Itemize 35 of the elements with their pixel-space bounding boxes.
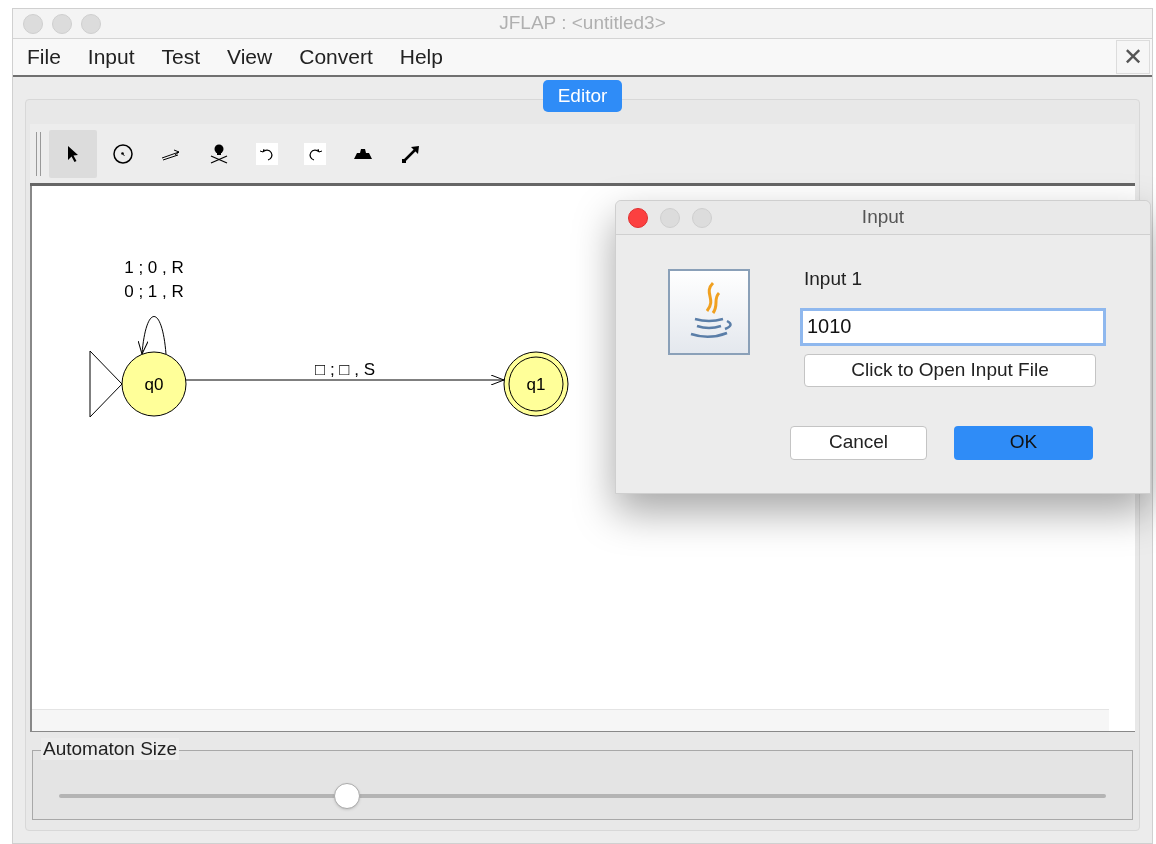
input-field[interactable]: 1010: [800, 307, 1106, 346]
transition-label: 0 ; 1 , R: [124, 282, 184, 301]
menu-item[interactable]: View: [227, 41, 273, 73]
window-title: JFLAP : <untitled3>: [499, 11, 666, 36]
menu-item[interactable]: Convert: [299, 41, 373, 73]
size-slider[interactable]: [59, 783, 1106, 809]
loop-arrow: [137, 316, 167, 355]
menu-item[interactable]: Input: [87, 41, 135, 73]
transition-label: □ ; □ , S: [314, 360, 376, 379]
zoom-window-button[interactable]: [692, 207, 712, 228]
dialog-title: Input: [861, 205, 905, 230]
close-window-button[interactable]: [628, 207, 648, 228]
java-cup-icon: [668, 269, 750, 355]
state-name: q1: [526, 375, 546, 394]
slider-thumb[interactable]: [333, 783, 360, 809]
menu-item[interactable]: File: [27, 41, 61, 73]
input-label: Input 1: [804, 267, 864, 291]
minimize-window-button[interactable]: [660, 207, 680, 228]
menu-item[interactable]: Test: [161, 41, 201, 73]
panel-title: Automaton Size: [41, 738, 180, 760]
state-name: q0: [144, 375, 164, 394]
transition-label: 1 ; 0 , R: [124, 258, 184, 277]
zoom-window-button[interactable]: [81, 13, 101, 34]
horizontal-scrollbar[interactable]: [32, 709, 1109, 731]
ok-button[interactable]: OK: [954, 425, 1093, 460]
close-button[interactable]: ✕: [1116, 40, 1150, 75]
undo-icon: [256, 142, 278, 165]
minimize-window-button[interactable]: [52, 13, 72, 34]
menu-item[interactable]: Help: [399, 41, 443, 73]
open-file-button[interactable]: Click to Open Input File: [804, 353, 1096, 387]
cancel-button[interactable]: Cancel: [790, 425, 927, 460]
tool-button[interactable]: [49, 129, 97, 178]
skull-icon: [208, 142, 230, 165]
redo-icon: [304, 142, 326, 165]
state-circle-icon: [112, 142, 134, 165]
